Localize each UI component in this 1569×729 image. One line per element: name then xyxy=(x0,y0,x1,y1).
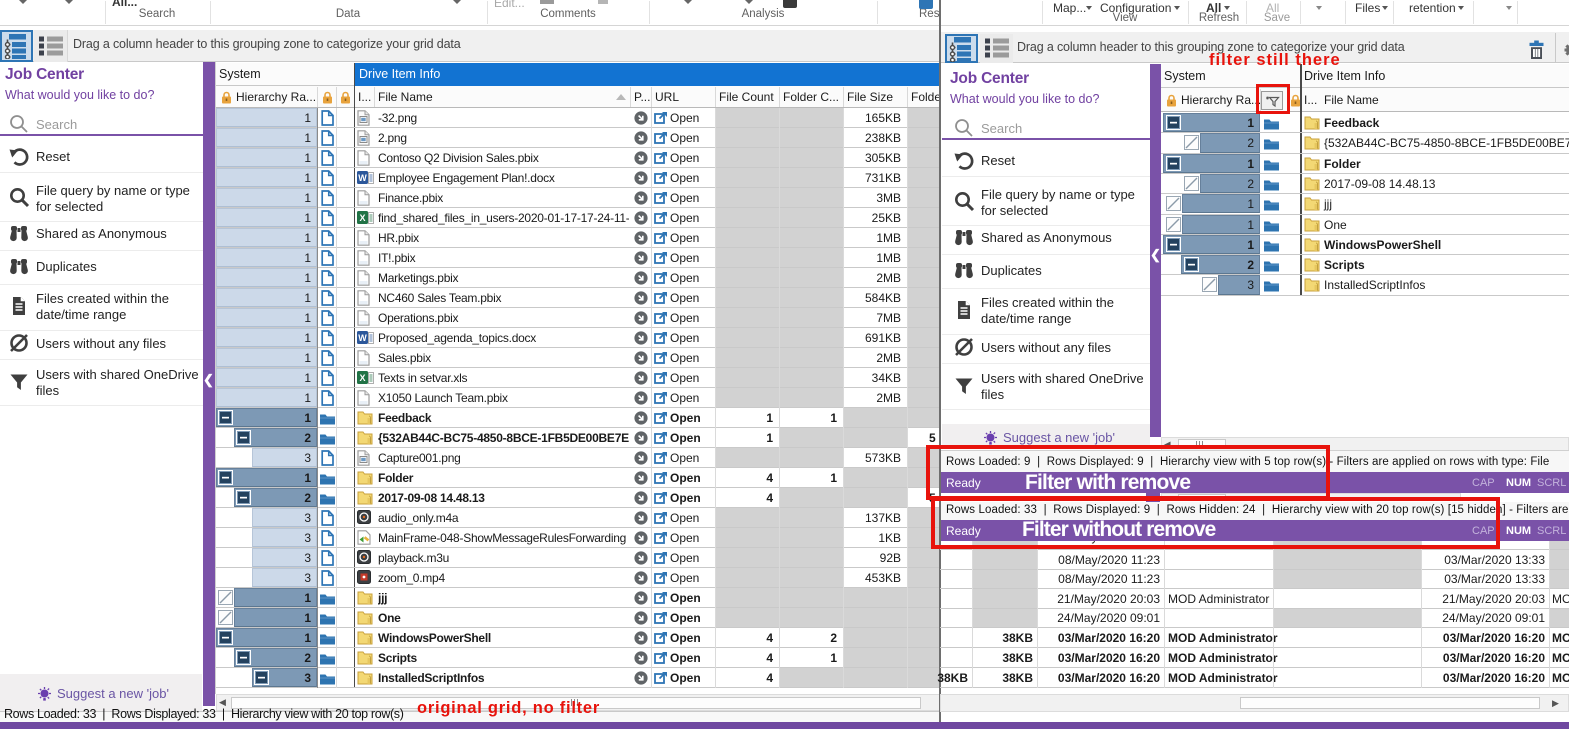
svg-text:X: X xyxy=(359,373,365,383)
svg-text:X: X xyxy=(359,213,365,223)
svg-text:W: W xyxy=(358,333,367,343)
svg-text:W: W xyxy=(358,173,367,183)
